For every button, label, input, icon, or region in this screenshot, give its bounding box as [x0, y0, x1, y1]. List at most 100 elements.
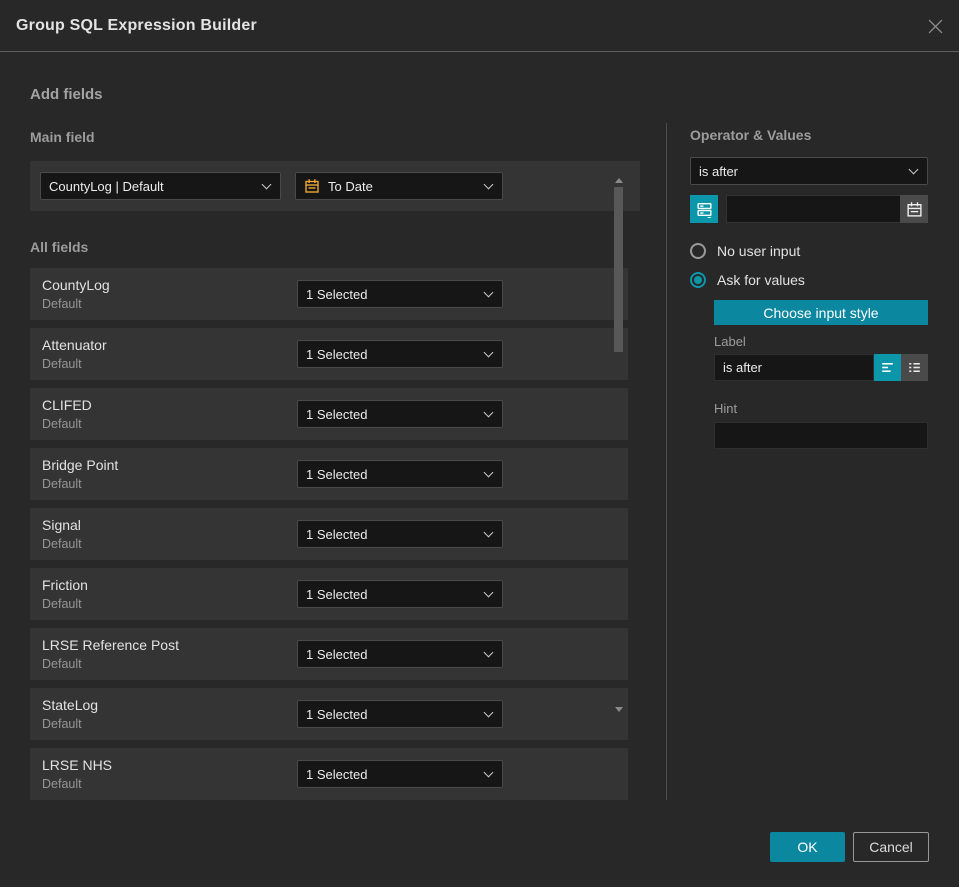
date-mode-select-value: To Date [328, 178, 373, 194]
chevron-down-icon [483, 527, 494, 538]
field-subtitle: Default [42, 537, 82, 551]
main-field-panel: CountyLog | Default To Date [30, 161, 640, 211]
field-selection-value: 1 Selected [306, 586, 368, 602]
field-list-item: Signal Default 1 Selected [30, 508, 628, 560]
scrollbar-down-arrow-icon[interactable] [615, 707, 623, 712]
field-name: Signal [42, 517, 81, 533]
cancel-button[interactable]: Cancel [853, 832, 929, 862]
radio-ask-for-values-label: Ask for values [717, 272, 805, 288]
field-selection-select[interactable]: 1 Selected [297, 700, 503, 728]
field-subtitle: Default [42, 417, 82, 431]
field-list-item: LRSE NHS Default 1 Selected [30, 748, 628, 800]
chevron-down-icon [483, 767, 494, 778]
field-name: StateLog [42, 697, 99, 713]
field-selection-value: 1 Selected [306, 766, 368, 782]
field-subtitle: Default [42, 297, 82, 311]
field-selection-value: 1 Selected [306, 286, 368, 302]
stack-icon [696, 202, 712, 218]
label-input[interactable] [714, 354, 874, 381]
value-source-button[interactable] [690, 195, 718, 223]
chevron-down-icon [261, 179, 272, 190]
field-selection-select[interactable]: 1 Selected [297, 460, 503, 488]
field-name: CLIFED [42, 397, 92, 413]
field-selection-select[interactable]: 1 Selected [297, 340, 503, 368]
chevron-down-icon [483, 587, 494, 598]
field-name: Friction [42, 577, 88, 593]
field-name: LRSE Reference Post [42, 637, 179, 653]
group-sql-expression-builder-dialog: Group SQL Expression Builder Add fields … [0, 0, 959, 887]
dialog-header: Group SQL Expression Builder [0, 0, 959, 52]
chevron-down-icon [483, 467, 494, 478]
operator-values-panel: Operator & Values is after No user input… [690, 127, 929, 449]
close-icon[interactable] [923, 14, 947, 38]
field-selection-value: 1 Selected [306, 406, 368, 422]
field-selection-select[interactable]: 1 Selected [297, 520, 503, 548]
field-selection-select[interactable]: 1 Selected [297, 640, 503, 668]
label-field-row [714, 354, 928, 381]
operator-values-heading: Operator & Values [690, 127, 812, 143]
field-selection-value: 1 Selected [306, 706, 368, 722]
field-selection-select[interactable]: 1 Selected [297, 400, 503, 428]
field-subtitle: Default [42, 357, 82, 371]
fields-panel: Add fields Main field CountyLog | Defaul… [30, 86, 640, 808]
date-mode-select[interactable]: To Date [295, 172, 503, 200]
field-name: CountyLog [42, 277, 110, 293]
field-selection-select[interactable]: 1 Selected [297, 580, 503, 608]
field-selection-value: 1 Selected [306, 466, 368, 482]
value-input-row [690, 195, 929, 223]
scrollbar-thumb[interactable] [614, 187, 623, 352]
field-selection-select[interactable]: 1 Selected [297, 280, 503, 308]
hint-input[interactable] [714, 422, 928, 449]
field-list-item: Attenuator Default 1 Selected [30, 328, 628, 380]
field-selection-value: 1 Selected [306, 346, 368, 362]
date-value-input[interactable] [726, 195, 900, 223]
field-subtitle: Default [42, 777, 82, 791]
dialog-footer: OK Cancel [770, 832, 929, 862]
hint-field-label: Hint [714, 401, 738, 416]
chevron-down-icon [483, 647, 494, 658]
chevron-down-icon [908, 164, 919, 175]
calendar-icon [305, 179, 319, 193]
scrollbar-up-arrow-icon[interactable] [615, 178, 623, 183]
field-list-item: Friction Default 1 Selected [30, 568, 628, 620]
field-subtitle: Default [42, 717, 82, 731]
chevron-down-icon [483, 347, 494, 358]
chevron-down-icon [483, 707, 494, 718]
all-fields-label: All fields [30, 239, 89, 255]
field-selection-value: 1 Selected [306, 646, 368, 662]
field-list-scrollbar[interactable] [613, 176, 625, 714]
ok-button[interactable]: OK [770, 832, 845, 862]
field-name: LRSE NHS [42, 757, 113, 773]
field-name: Attenuator [42, 337, 107, 353]
main-field-select[interactable]: CountyLog | Default [40, 172, 281, 200]
date-picker-button[interactable] [900, 195, 928, 223]
radio-ask-for-values[interactable]: Ask for values [690, 272, 929, 288]
main-field-label: Main field [30, 129, 95, 145]
panel-divider [666, 123, 667, 800]
label-field-label: Label [714, 334, 746, 349]
radio-no-user-input-label: No user input [717, 243, 801, 259]
radio-no-user-input[interactable]: No user input [690, 243, 929, 259]
field-subtitle: Default [42, 597, 82, 611]
choose-input-style-button[interactable]: Choose input style [714, 300, 928, 325]
field-subtitle: Default [42, 657, 82, 671]
dialog-title: Group SQL Expression Builder [16, 16, 257, 34]
field-list-item: StateLog Default 1 Selected [30, 688, 628, 740]
field-selection-value: 1 Selected [306, 526, 368, 542]
field-list-item: CLIFED Default 1 Selected [30, 388, 628, 440]
field-list-item: CountyLog Default 1 Selected [30, 268, 628, 320]
single-line-style-button[interactable] [874, 354, 901, 381]
list-style-button[interactable] [901, 354, 928, 381]
calendar-icon [906, 201, 922, 217]
radio-icon [690, 272, 706, 288]
operator-select[interactable]: is after [690, 157, 928, 185]
chevron-down-icon [483, 407, 494, 418]
field-selection-select[interactable]: 1 Selected [297, 760, 503, 788]
field-subtitle: Default [42, 477, 82, 491]
field-name: Bridge Point [42, 457, 119, 473]
main-field-select-value: CountyLog | Default [49, 178, 164, 194]
field-list-item: LRSE Reference Post Default 1 Selected [30, 628, 628, 680]
field-list-item: Bridge Point Default 1 Selected [30, 448, 628, 500]
list-icon [909, 362, 920, 373]
chevron-down-icon [483, 287, 494, 298]
